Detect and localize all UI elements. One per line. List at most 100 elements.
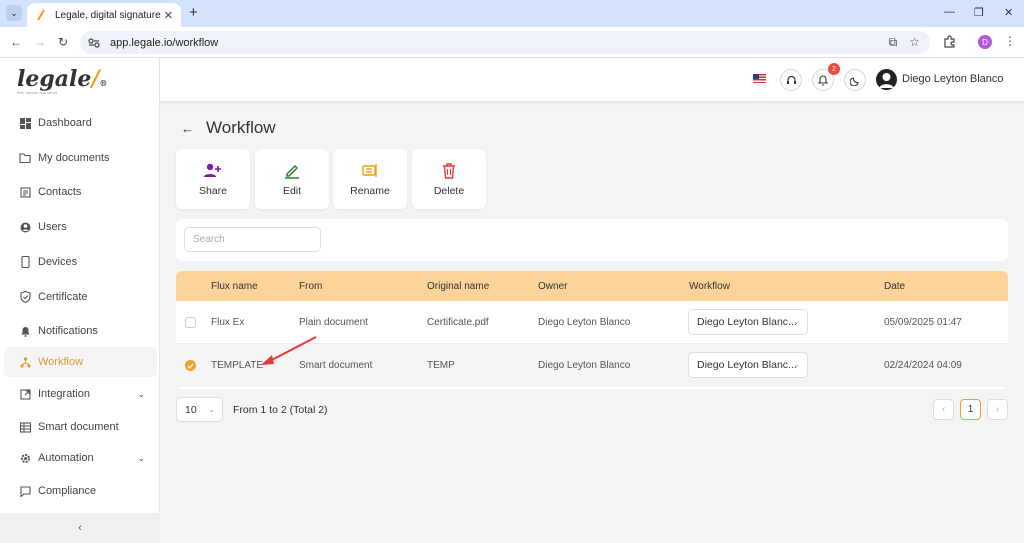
sidebar-item-certificate[interactable]: Certificate [4, 282, 157, 312]
action-label: Delete [433, 184, 465, 197]
back-icon[interactable]: ← [10, 35, 22, 49]
cell-date: 02/24/2024 04:09 [884, 360, 962, 371]
dashboard-icon [19, 117, 31, 129]
page-title: Workflow [206, 118, 276, 137]
next-page-button[interactable]: › [987, 399, 1008, 420]
row-checkbox[interactable] [185, 317, 196, 328]
sidebar-item-label: Smart document [38, 421, 119, 433]
edit-icon [284, 162, 300, 180]
close-window-icon[interactable]: ✕ [1004, 6, 1013, 19]
profile-avatar[interactable]: D [978, 35, 992, 49]
column-header[interactable]: Owner [538, 281, 567, 292]
legale-favicon-icon [35, 9, 47, 21]
tab-close-icon[interactable]: ✕ [164, 9, 173, 22]
gear-icon [19, 452, 31, 464]
back-arrow-icon[interactable]: ← [181, 121, 194, 136]
notification-count-badge: 2 [828, 63, 840, 75]
search-card [176, 219, 1008, 261]
bookmark-star-icon[interactable]: ☆ [909, 35, 920, 50]
sidebar-item-notifications[interactable]: Notifications [4, 316, 157, 346]
column-header[interactable]: Date [884, 281, 905, 292]
site-info-icon[interactable] [88, 37, 100, 49]
pagination-range: From 1 to 2 (Total 2) [233, 404, 328, 416]
sidebar-item-integration[interactable]: Integration ⌄ [4, 379, 157, 409]
sidebar-item-contacts[interactable]: Contacts [4, 177, 157, 207]
page-size-select[interactable]: 10 ⌄ [176, 397, 223, 422]
page-1-button[interactable]: 1 [960, 399, 981, 420]
logo-text: legale [17, 66, 92, 92]
column-header[interactable]: Original name [427, 281, 489, 292]
omnibox[interactable]: app.legale.io/workflow ⧉ ☆ [80, 31, 930, 54]
chevron-down-icon[interactable]: ⌄ [137, 453, 145, 464]
sidebar-item-automation[interactable]: Automation ⌄ [4, 443, 157, 473]
search-input[interactable] [184, 227, 321, 252]
edit-button[interactable]: Edit [255, 149, 329, 209]
install-app-icon[interactable]: ⧉ [889, 35, 898, 50]
cell-owner: Diego Leyton Blanco [538, 360, 631, 371]
legale-logo[interactable]: legale/® free, secure and smart [17, 66, 107, 95]
reload-icon[interactable]: ↻ [58, 35, 68, 49]
column-header[interactable]: Workflow [689, 281, 730, 292]
sidebar-item-devices[interactable]: Devices [4, 247, 157, 277]
rename-button[interactable]: Rename [333, 149, 407, 209]
theme-toggle-icon[interactable] [844, 69, 866, 91]
sidebar-item-label: Dashboard [38, 117, 92, 129]
chevron-down-icon[interactable]: ⌄ [137, 389, 145, 400]
device-icon [19, 256, 31, 268]
support-headset-icon[interactable] [780, 69, 802, 91]
table-header: Flux name From Original name Owner Workf… [176, 271, 1008, 301]
sidebar-item-label: Compliance [38, 485, 97, 497]
cell-original-name: TEMP [427, 360, 455, 371]
sidebar-item-workflow[interactable]: Workflow [4, 347, 157, 377]
tab-search-button[interactable]: ⌄ [6, 5, 22, 21]
folder-icon [19, 152, 31, 164]
cell-owner: Diego Leyton Blanco [538, 317, 631, 328]
page-title-row: ← Workflow [181, 118, 276, 138]
sidebar-item-smart-document[interactable]: Smart document [4, 412, 157, 442]
workflow-select[interactable]: Diego Leyton Blanc... ⌄ [688, 352, 808, 378]
column-header[interactable]: Flux name [211, 281, 258, 292]
contacts-icon [19, 186, 31, 198]
tab-title: Legale, digital signature [55, 9, 161, 21]
share-user-icon [204, 162, 222, 180]
sidebar-item-label: Certificate [38, 291, 88, 303]
extensions-icon[interactable] [943, 35, 956, 51]
cell-flux-name: TEMPLATE [211, 360, 264, 371]
chevron-down-icon: ⌄ [793, 360, 800, 369]
sidebar-collapse-button[interactable]: ‹ [0, 513, 160, 543]
action-label: Rename [350, 184, 390, 197]
share-button[interactable]: Share [176, 149, 250, 209]
minimize-icon[interactable]: — [944, 6, 955, 18]
row-checkbox[interactable] [185, 360, 196, 371]
delete-button[interactable]: Delete [412, 149, 486, 209]
sidebar: legale/® free, secure and smart Dashboar… [0, 58, 160, 543]
workflow-icon [19, 356, 31, 368]
trash-icon [442, 162, 456, 180]
column-header[interactable]: From [299, 281, 322, 292]
workflow-select[interactable]: Diego Leyton Blanc... ⌄ [688, 309, 808, 335]
restore-icon[interactable]: ❐ [974, 6, 984, 19]
sidebar-item-my-documents[interactable]: My documents [4, 143, 157, 173]
user-icon [19, 221, 31, 233]
cell-date: 05/09/2025 01:47 [884, 317, 962, 328]
sidebar-item-dashboard[interactable]: Dashboard [4, 108, 157, 138]
new-tab-icon[interactable]: + [189, 4, 198, 21]
user-name[interactable]: Diego Leyton Blanco [902, 73, 1004, 85]
sidebar-item-label: Integration [38, 388, 90, 400]
workflow-table: Flux name From Original name Owner Workf… [176, 271, 1008, 389]
page-size-value: 10 [185, 403, 197, 416]
workflow-select-value: Diego Leyton Blanc... [697, 316, 797, 328]
prev-page-button[interactable]: ‹ [933, 399, 954, 420]
url-text: app.legale.io/workflow [110, 36, 219, 49]
browser-menu-icon[interactable]: ⋮ [1004, 34, 1016, 48]
us-flag-icon[interactable] [753, 74, 766, 83]
user-avatar[interactable] [876, 69, 897, 90]
sidebar-item-users[interactable]: Users [4, 212, 157, 242]
browser-tab[interactable]: Legale, digital signature ✕ [27, 3, 181, 27]
integration-icon [19, 388, 31, 400]
chevron-down-icon: ⌄ [793, 317, 800, 326]
bell-icon [19, 325, 31, 337]
sidebar-item-compliance[interactable]: Compliance [4, 476, 157, 506]
forward-icon[interactable]: → [34, 35, 46, 49]
cell-original-name: Certificate.pdf [427, 317, 489, 328]
